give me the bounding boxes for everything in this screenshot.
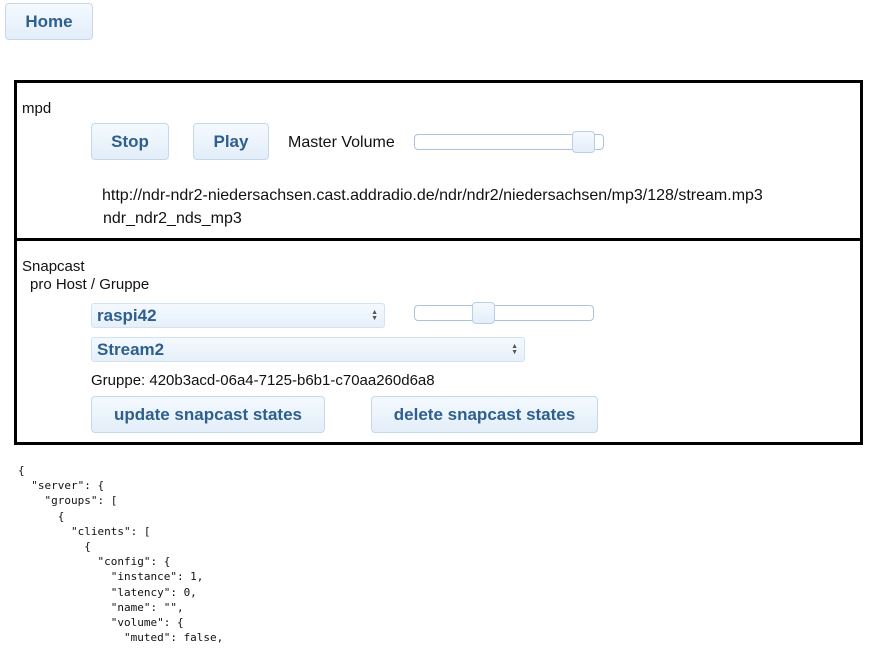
select-arrows-icon: ▲ ▼ [371,308,378,322]
host-select[interactable]: raspi42 ▲ ▼ [91,303,385,328]
group-id: Gruppe: 420b3acd-06a4-7125-b6b1-c70aa260… [91,372,435,389]
master-volume-handle[interactable] [572,131,595,153]
stream-select-value: Stream2 [97,339,165,359]
master-volume-label: Master Volume [288,134,395,151]
master-volume-slider[interactable] [414,131,604,153]
select-arrows-icon: ▲ ▼ [511,342,518,356]
delete-snapcast-button[interactable]: delete snapcast states [371,396,598,433]
snapcast-title: Snapcast [22,258,85,275]
stop-button[interactable]: Stop [91,123,169,160]
mpd-panel: mpd Stop Play Master Volume http://ndr-n… [14,80,863,241]
stream-url: http://ndr-ndr2-niedersachsen.cast.addra… [102,187,763,204]
host-volume-slider[interactable] [414,302,594,324]
stream-name: ndr_ndr2_nds_mp3 [103,210,242,227]
stream-select[interactable]: Stream2 ▲ ▼ [91,337,525,362]
snapcast-panel: Snapcast pro Host / Gruppe raspi42 ▲ ▼ St… [14,238,863,445]
home-button[interactable]: Home [5,3,93,40]
play-button[interactable]: Play [193,123,269,160]
host-volume-handle[interactable] [472,302,495,324]
mpd-title: mpd [22,100,52,117]
json-output: { "server": { "groups": [ { "clients": [… [18,464,224,645]
snapcast-subtitle: pro Host / Gruppe [30,276,150,293]
update-snapcast-button[interactable]: update snapcast states [91,396,325,433]
host-select-value: raspi42 [97,305,157,325]
